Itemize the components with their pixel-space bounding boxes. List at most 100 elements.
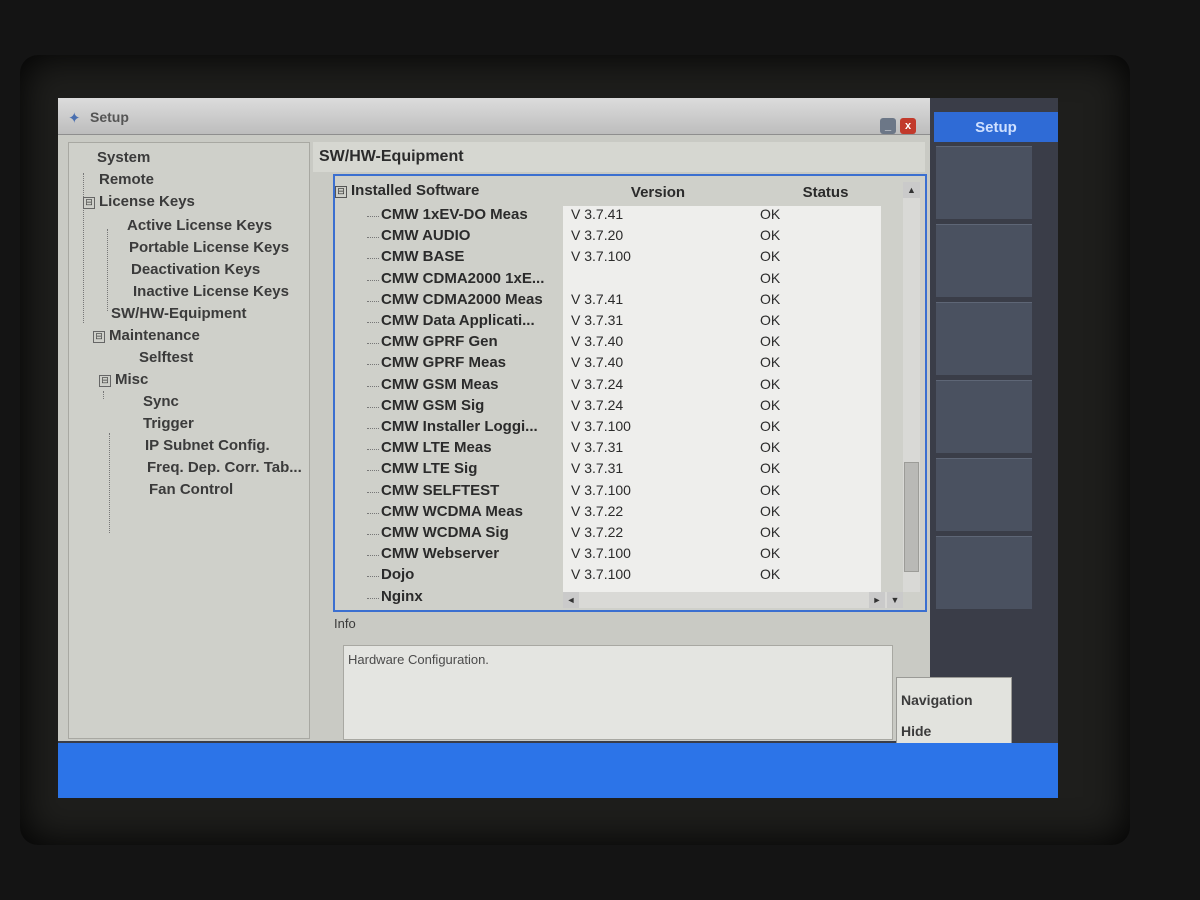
scroll-down-icon[interactable]: ▼ xyxy=(887,592,903,608)
software-row[interactable]: CMW GPRF Meas V 3.7.40 OK xyxy=(335,354,895,375)
software-status: OK xyxy=(760,248,781,265)
software-version: V 3.7.100 xyxy=(571,566,631,583)
installed-software-label: Installed Software xyxy=(351,182,480,199)
softkey-6[interactable] xyxy=(936,536,1032,609)
tree-item[interactable]: ⊟ License Keys xyxy=(83,193,195,210)
setup-window: ✦ Setup _ x System Remote ⊟ License Keys Act… xyxy=(58,98,930,741)
tree-item-label: Misc xyxy=(115,371,149,388)
minimize-button[interactable]: _ xyxy=(880,118,896,134)
software-status: OK xyxy=(760,375,781,392)
software-name: Nginx xyxy=(367,587,423,605)
software-version: V 3.7.40 xyxy=(571,333,624,350)
software-version: V 3.7.31 xyxy=(571,439,624,456)
software-status: OK xyxy=(760,206,781,222)
instrument-screen: ✦ Setup _ x System Remote ⊟ License Keys Act… xyxy=(58,98,1058,798)
softkey-4[interactable] xyxy=(936,380,1032,453)
software-row[interactable]: CMW WCDMA Meas V 3.7.22 OK xyxy=(335,503,895,524)
tree-item-label: Selftest xyxy=(139,349,194,366)
tree-item[interactable]: Inactive License Keys xyxy=(133,283,289,300)
close-button[interactable]: x xyxy=(900,118,916,134)
tree-item[interactable]: Sync xyxy=(143,393,179,410)
tree-item[interactable]: Portable License Keys xyxy=(129,239,289,256)
scroll-right-icon[interactable]: ► xyxy=(869,592,885,608)
vertical-scroll-thumb[interactable] xyxy=(904,462,919,572)
software-row[interactable]: CMW Data Applicati... V 3.7.31 OK xyxy=(335,312,895,333)
software-name: CMW WCDMA Meas xyxy=(367,502,523,520)
software-status: OK xyxy=(760,418,781,434)
softkey-3[interactable] xyxy=(936,302,1032,375)
installed-software-list[interactable]: ⊟ Installed Software Version Status CMW 1… xyxy=(333,174,927,612)
tree-item[interactable]: IP Subnet Config. xyxy=(145,437,270,454)
software-status: OK xyxy=(760,439,781,456)
software-version: V 3.7.41 xyxy=(571,206,624,222)
horizontal-scrollbar[interactable]: ◄ ► ▼ xyxy=(563,592,903,608)
tree-item[interactable]: ⊟ Misc xyxy=(99,371,148,388)
softkey-5[interactable] xyxy=(936,458,1032,531)
software-row[interactable]: CMW CDMA2000 Meas V 3.7.41 OK xyxy=(335,291,895,312)
installed-software-node[interactable]: ⊟ Installed Software xyxy=(335,182,479,199)
tree-item[interactable]: Fan Control xyxy=(149,481,233,498)
vertical-scrollbar[interactable]: ▲ xyxy=(903,182,920,592)
software-row[interactable]: CMW GSM Meas V 3.7.24 OK xyxy=(335,376,895,397)
software-row[interactable]: CMW CDMA2000 1xE... OK xyxy=(335,270,895,291)
tree-item[interactable]: ⊟ Maintenance xyxy=(93,327,200,344)
software-row[interactable]: CMW LTE Meas V 3.7.31 OK xyxy=(335,439,895,460)
software-version: V 3.7.22 xyxy=(571,524,624,540)
software-version: V 3.7.24 xyxy=(571,396,624,413)
software-row[interactable]: CMW WCDMA Sig V 3.7.22 OK xyxy=(335,524,895,545)
software-version: V 3.7.22 xyxy=(571,502,624,519)
hide-label[interactable]: Hide xyxy=(901,723,931,739)
software-version: V 3.7.31 xyxy=(571,312,624,328)
software-row[interactable]: Dojo V 3.7.100 OK xyxy=(335,566,895,587)
collapse-icon[interactable]: ⊟ xyxy=(335,186,347,198)
tree-item[interactable]: Freq. Dep. Corr. Tab... xyxy=(147,459,302,476)
software-name: CMW GSM Meas xyxy=(367,375,499,393)
software-name: CMW SELFTEST xyxy=(366,481,500,499)
tree-item[interactable]: Remote xyxy=(99,171,154,188)
info-text: Hardware Configuration. xyxy=(348,652,489,667)
software-row[interactable]: CMW SELFTEST V 3.7.100 OK xyxy=(335,482,895,503)
software-status: OK xyxy=(760,312,781,328)
softkey-title[interactable]: Setup xyxy=(934,112,1058,142)
software-name: CMW Installer Loggi... xyxy=(367,418,538,435)
software-name: CMW LTE Sig xyxy=(366,460,478,478)
tree-item[interactable]: SW/HW-Equipment xyxy=(111,305,247,322)
software-status: OK xyxy=(760,524,781,540)
software-row[interactable]: CMW LTE Sig V 3.7.31 OK xyxy=(335,460,895,481)
tree-connector xyxy=(109,433,110,533)
software-version: V 3.7.41 xyxy=(571,290,624,307)
column-header-version[interactable]: Version xyxy=(563,182,753,204)
column-header-status[interactable]: Status xyxy=(753,182,898,204)
software-version: V 3.7.31 xyxy=(571,460,624,477)
tree-item[interactable]: Deactivation Keys xyxy=(131,261,260,278)
software-row[interactable]: CMW GSM Sig V 3.7.24 OK xyxy=(335,397,895,418)
info-label: Info xyxy=(334,616,356,631)
software-status: OK xyxy=(760,269,781,286)
software-status: OK xyxy=(760,566,781,583)
software-status: OK xyxy=(760,227,781,244)
software-name: CMW GPRF Gen xyxy=(367,333,498,351)
tree-item[interactable]: Trigger xyxy=(143,415,194,432)
collapse-icon[interactable]: ⊟ xyxy=(99,375,111,387)
navigation-label: Navigation xyxy=(901,692,973,708)
software-row[interactable]: CMW BASE V 3.7.100 OK xyxy=(335,248,895,269)
software-version: V 3.7.100 xyxy=(571,418,631,434)
software-name: CMW BASE xyxy=(366,248,465,266)
software-row[interactable]: CMW Webserver V 3.7.100 OK xyxy=(335,545,895,566)
tree-item[interactable]: Selftest xyxy=(139,349,193,366)
scroll-up-icon[interactable]: ▲ xyxy=(903,182,920,198)
softkey-1[interactable] xyxy=(936,146,1032,219)
software-status: OK xyxy=(760,354,781,371)
tree-item-label: Remote xyxy=(99,171,155,188)
collapse-icon[interactable]: ⊟ xyxy=(93,331,105,343)
collapse-icon[interactable]: ⊟ xyxy=(83,197,95,209)
tree-item-label: Deactivation Keys xyxy=(131,261,261,278)
tree-item[interactable]: Active License Keys xyxy=(127,217,272,234)
software-row[interactable]: CMW Installer Loggi... V 3.7.100 OK xyxy=(335,418,895,439)
software-row[interactable]: CMW GPRF Gen V 3.7.40 OK xyxy=(335,333,895,354)
scroll-left-icon[interactable]: ◄ xyxy=(563,592,579,608)
software-row[interactable]: CMW AUDIO V 3.7.20 OK xyxy=(335,227,895,248)
tree-item[interactable]: System xyxy=(97,149,150,166)
softkey-2[interactable] xyxy=(936,224,1032,297)
software-row[interactable]: CMW 1xEV-DO Meas V 3.7.41 OK xyxy=(335,206,895,227)
